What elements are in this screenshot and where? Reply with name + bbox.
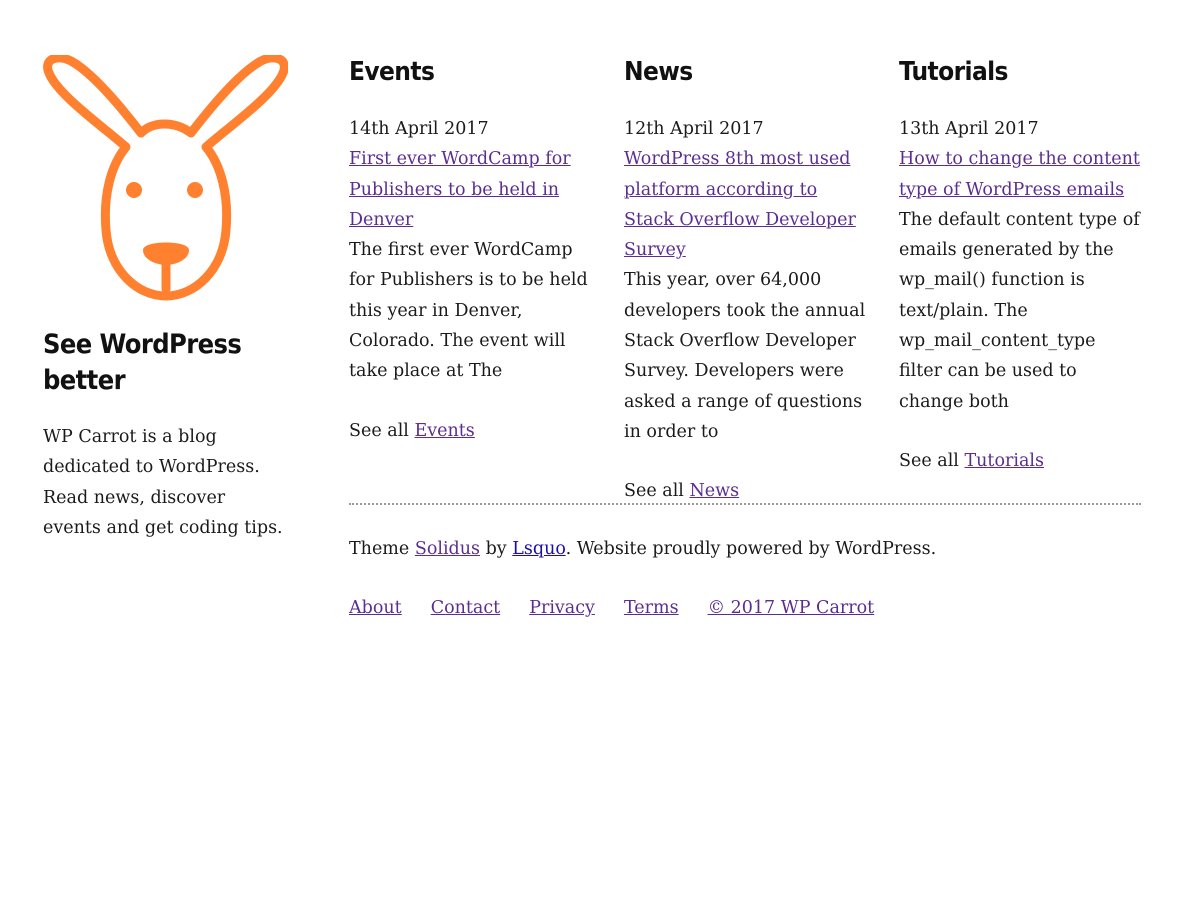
events-widget: Events 14th April 2017 First ever WordCa… [349,55,594,446]
tutorials-post-title-link[interactable]: How to change the content type of WordPr… [899,149,1140,199]
footer-link-copyright[interactable]: © 2017 WP Carrot [708,598,875,618]
news-post-title-link[interactable]: WordPress 8th most used platform accordi… [624,149,856,260]
credit-suffix: . Website proudly powered by WordPress. [565,539,937,559]
tutorials-heading: Tutorials [899,57,1008,87]
events-post-title-link[interactable]: First ever WordCamp for Publishers to be… [349,149,571,230]
news-heading: News [624,57,693,87]
footer-link-privacy[interactable]: Privacy [529,598,595,618]
footer-divider [349,503,1141,505]
credit-by: by [485,539,507,559]
tutorials-post-excerpt: The default content type of emails gener… [899,209,1140,412]
see-all-label: See all [349,420,409,441]
events-heading: Events [349,57,435,87]
news-post-date: 12th April 2017 [624,119,764,139]
site-description: WP Carrot is a blog dedicated to WordPre… [43,427,283,538]
events-see-all-link[interactable]: Events [414,421,474,441]
theme-link[interactable]: Solidus [415,539,480,559]
footer-link-about[interactable]: About [349,598,402,618]
footer-link-terms[interactable]: Terms [624,598,679,618]
footer-link-contact[interactable]: Contact [431,598,501,618]
events-see-all: See all Events [349,416,594,446]
site-title[interactable]: See WordPress better [43,327,288,399]
tutorials-post-date: 13th April 2017 [899,119,1039,139]
see-all-label: See all [624,481,684,502]
news-widget: News 12th April 2017 WordPress 8th most … [624,55,869,507]
news-post-excerpt: This year, over 64,000 developers took t… [624,270,866,442]
sidebar: See WordPress better WP Carrot is a blog… [43,55,288,543]
kangaroo-logo-icon[interactable] [43,55,288,301]
tutorials-see-all-link[interactable]: Tutorials [964,451,1044,471]
author-link[interactable]: Lsquo [512,539,565,559]
credit-prefix: Theme [349,539,410,559]
see-all-label: See all [899,450,959,471]
news-see-all-link[interactable]: News [689,481,739,501]
site-credit: Theme Solidus by Lsquo. Website proudly … [349,534,936,564]
events-post-excerpt: The first ever WordCamp for Publishers i… [349,240,588,382]
tutorials-widget: Tutorials 13th April 2017 How to change … [899,55,1144,476]
events-post-date: 14th April 2017 [349,119,489,139]
footer-nav: About Contact Privacy Terms © 2017 WP Carrot [349,593,874,623]
tutorials-see-all: See all Tutorials [899,446,1144,476]
